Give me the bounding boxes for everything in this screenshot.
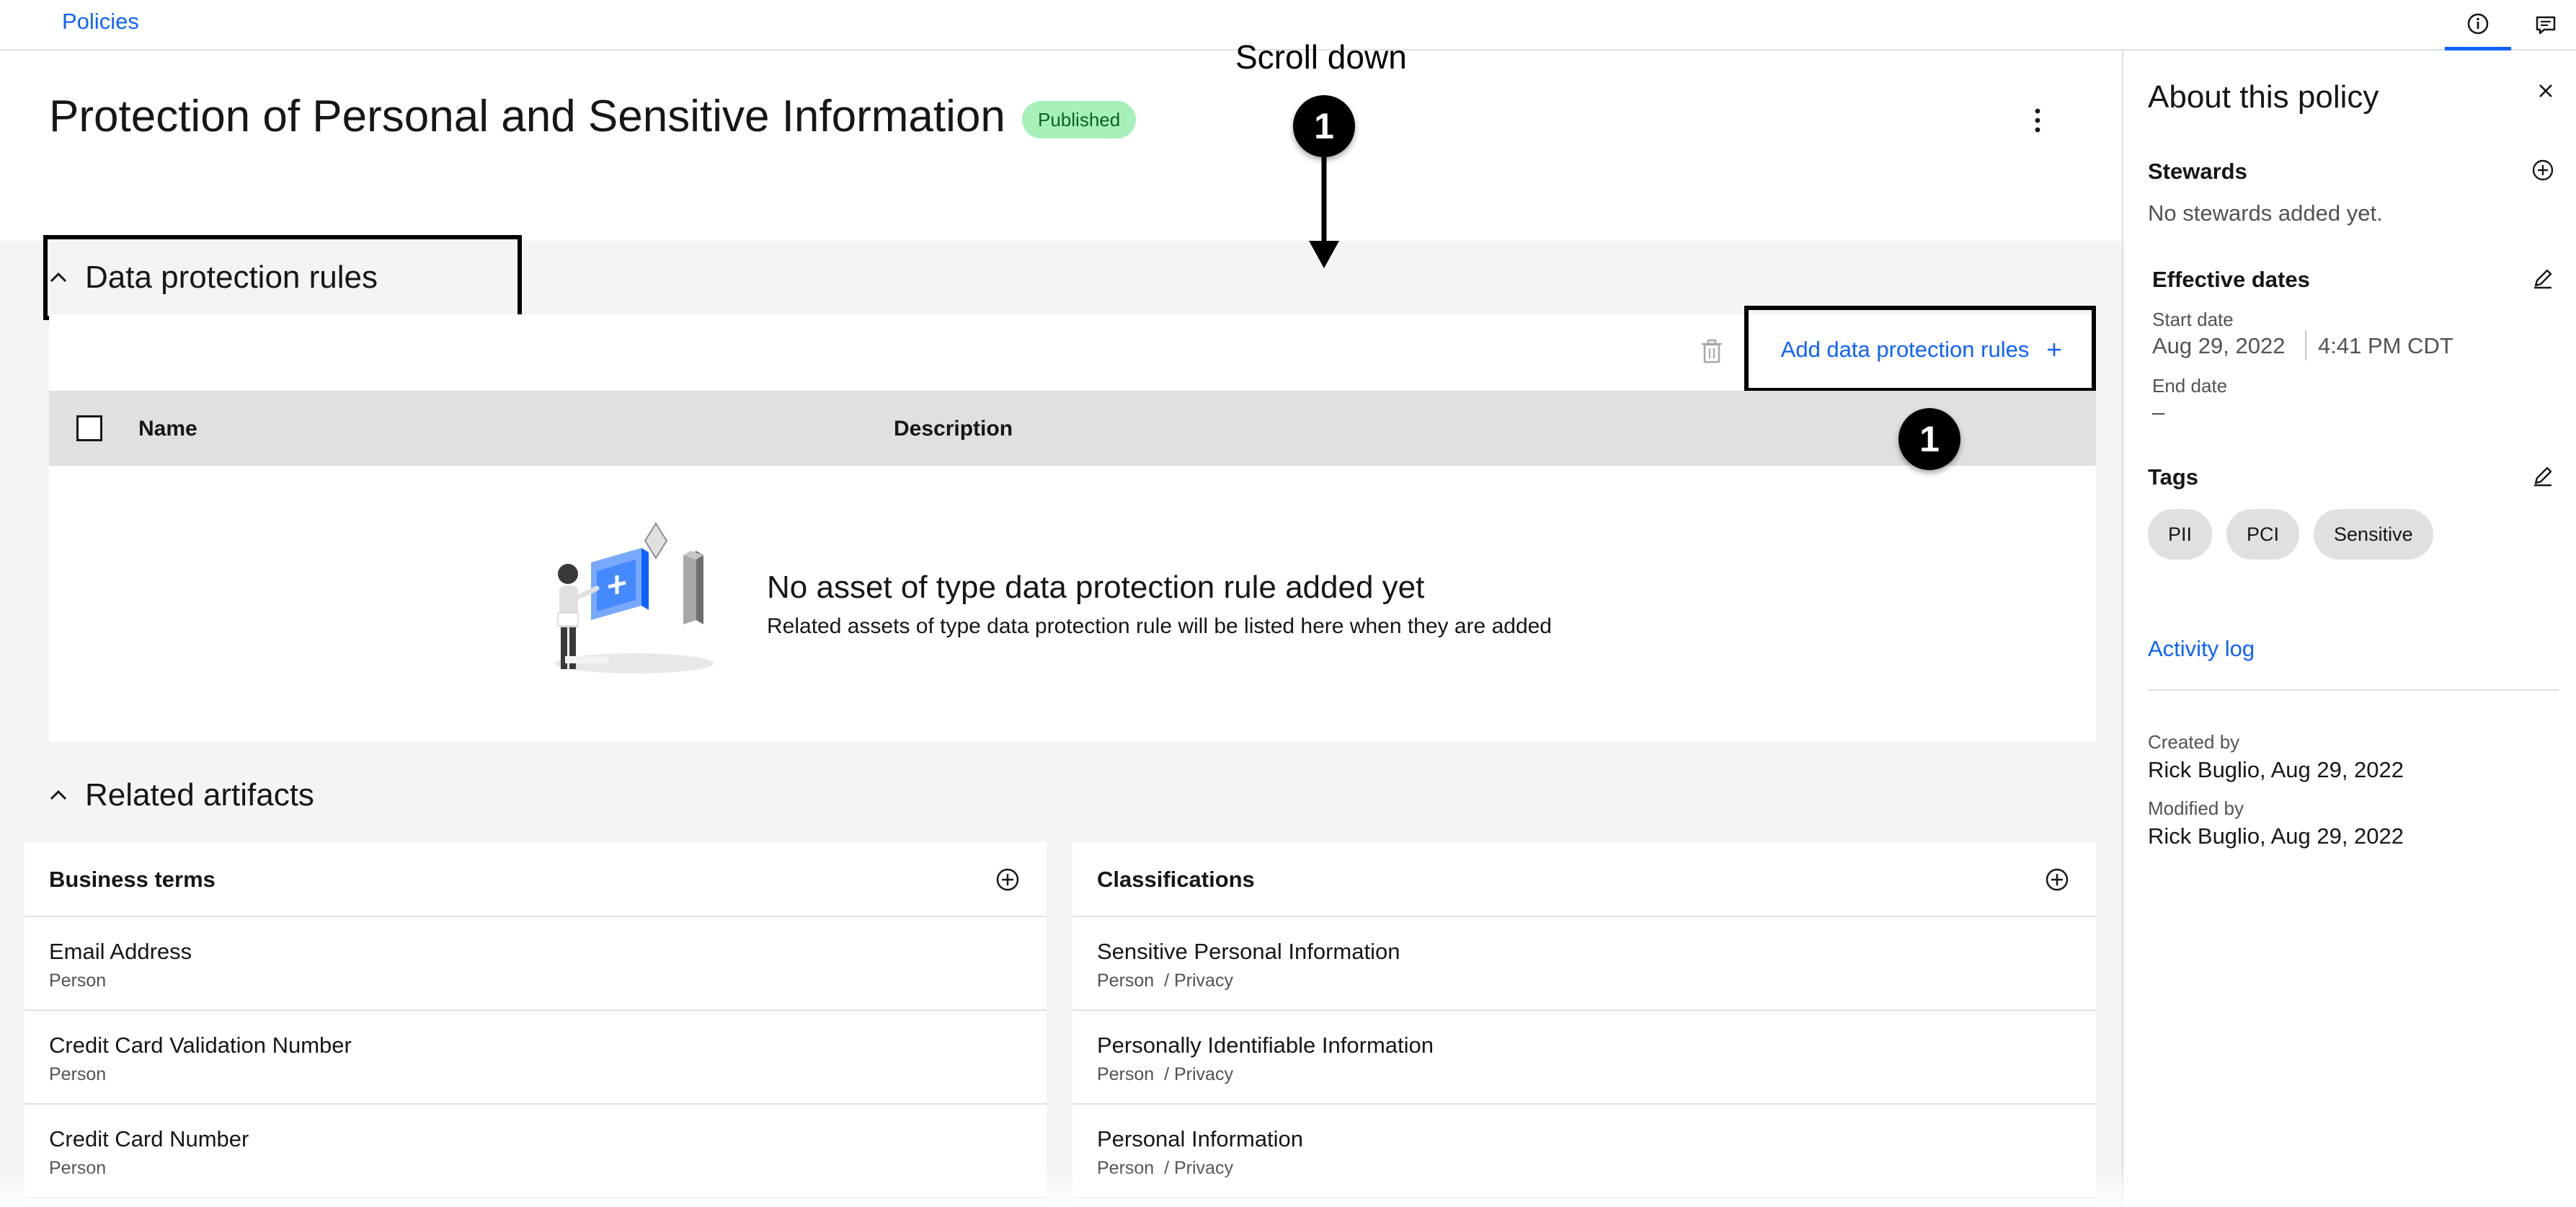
modified-by-label: Modified by [2148,797,2244,819]
list-item-category: Person / Privacy [1097,1064,1233,1084]
stewards-heading: Stewards [2148,159,2247,184]
trash-icon [1702,339,1722,363]
activity-log-link[interactable]: Activity log [2148,636,2255,662]
annotation-step-marker: 1 [1293,95,1355,157]
add-steward-icon[interactable] [2530,157,2556,183]
related-artifacts-section-toggle[interactable]: Related artifacts [49,777,314,813]
tag-pci[interactable]: PCI [2226,509,2300,560]
list-item[interactable]: Email Address Person [25,917,1047,1011]
related-artifacts-section-title: Related artifacts [85,777,314,813]
info-icon [2467,13,2489,34]
start-date-label: Start date [2152,309,2234,330]
list-item[interactable]: Credit Card Validation Number Person [25,1011,1047,1105]
list-item-category: Person / Privacy [1097,971,1233,991]
list-item-category: Person [49,1064,107,1084]
business-terms-card-header: Business terms [25,842,1047,917]
start-date-value: Aug 29, 2022 [2152,333,2286,358]
tags-heading: Tags [2148,464,2199,490]
list-item-category: Person / Privacy [1097,1158,1233,1178]
start-time-value: 4:41 PM CDT [2318,333,2453,358]
column-header-name[interactable]: Name [138,417,197,441]
classifications-card-header: Classifications [1072,842,2096,917]
date-time-divider [2305,330,2306,361]
created-by-label: Created by [2148,731,2240,753]
business-terms-title: Business terms [49,867,216,892]
empty-state-title: No asset of type data protection rule ad… [767,570,1425,605]
page-title: Protection of Personal and Sensitive Inf… [49,92,1005,141]
tab-info[interactable] [2445,0,2511,50]
list-item-title: Personally Identifiable Information [1097,1033,1434,1058]
list-item-title: Credit Card Number [49,1126,249,1151]
comment-icon [2536,16,2556,35]
empty-state-illustration [555,522,714,673]
about-policy-title: About this policy [2148,79,2379,115]
list-item[interactable]: Sensitive Personal Information Person / … [1072,917,2096,1011]
classifications-card: Classifications Sensitive Personal Infor… [1072,842,2096,1207]
business-terms-card: Business terms Email Address Person Cred… [25,842,1047,1207]
classifications-title: Classifications [1097,867,1255,892]
list-item-title: Personal Information [1097,1126,1304,1151]
end-date-label: End date [2152,375,2228,397]
table-header [49,391,2096,466]
list-item[interactable]: Personal Information Person / Privacy [1072,1105,2096,1198]
annotation-arrow-down-icon [1309,154,1339,268]
list-item-title: Sensitive Personal Information [1097,939,1400,964]
edit-effective-dates-icon[interactable] [2530,265,2556,291]
status-badge: Published [1022,101,1137,138]
overflow-menu-vertical-icon [2035,108,2040,133]
tab-comments[interactable] [2515,0,2576,50]
add-classification-icon[interactable] [2043,865,2071,894]
select-all-checkbox[interactable] [76,415,102,441]
edit-tags-icon[interactable] [2530,463,2556,489]
stewards-empty-text: No stewards added yet. [2148,200,2383,226]
annotation-step-marker: 1 [1898,408,1960,470]
list-item[interactable]: Credit Card Number Person [25,1105,1047,1198]
annotation-highlight-box [1744,306,2096,392]
list-item-category: Person [49,971,107,991]
tags-list: PII PCI Sensitive [2148,509,2433,560]
list-item-title: Email Address [49,939,192,964]
add-business-term-icon[interactable] [993,865,1022,894]
chevron-up-icon [50,790,67,800]
tag-sensitive[interactable]: Sensitive [2314,509,2433,560]
list-item-title: Credit Card Validation Number [49,1033,352,1058]
created-by-value: Rick Buglio, Aug 29, 2022 [2148,757,2404,782]
tag-pii[interactable]: PII [2148,509,2213,560]
breadcrumb-policies-link[interactable]: Policies [62,9,139,35]
close-icon[interactable] [2531,76,2560,105]
divider [2148,689,2559,691]
empty-state-description: Related assets of type data protection r… [767,614,1552,638]
overflow-menu-button[interactable] [2018,101,2057,140]
annotation-highlight-box [43,235,522,320]
effective-dates-heading: Effective dates [2152,267,2310,292]
modified-by-value: Rick Buglio, Aug 29, 2022 [2148,823,2404,849]
list-item[interactable]: Personally Identifiable Information Pers… [1072,1011,2096,1105]
column-header-description[interactable]: Description [894,417,1013,441]
annotation-scroll-label: Scroll down [1235,38,1407,76]
end-date-value: – [2152,399,2165,425]
delete-button[interactable] [1694,333,1730,369]
list-item-category: Person [49,1158,107,1178]
